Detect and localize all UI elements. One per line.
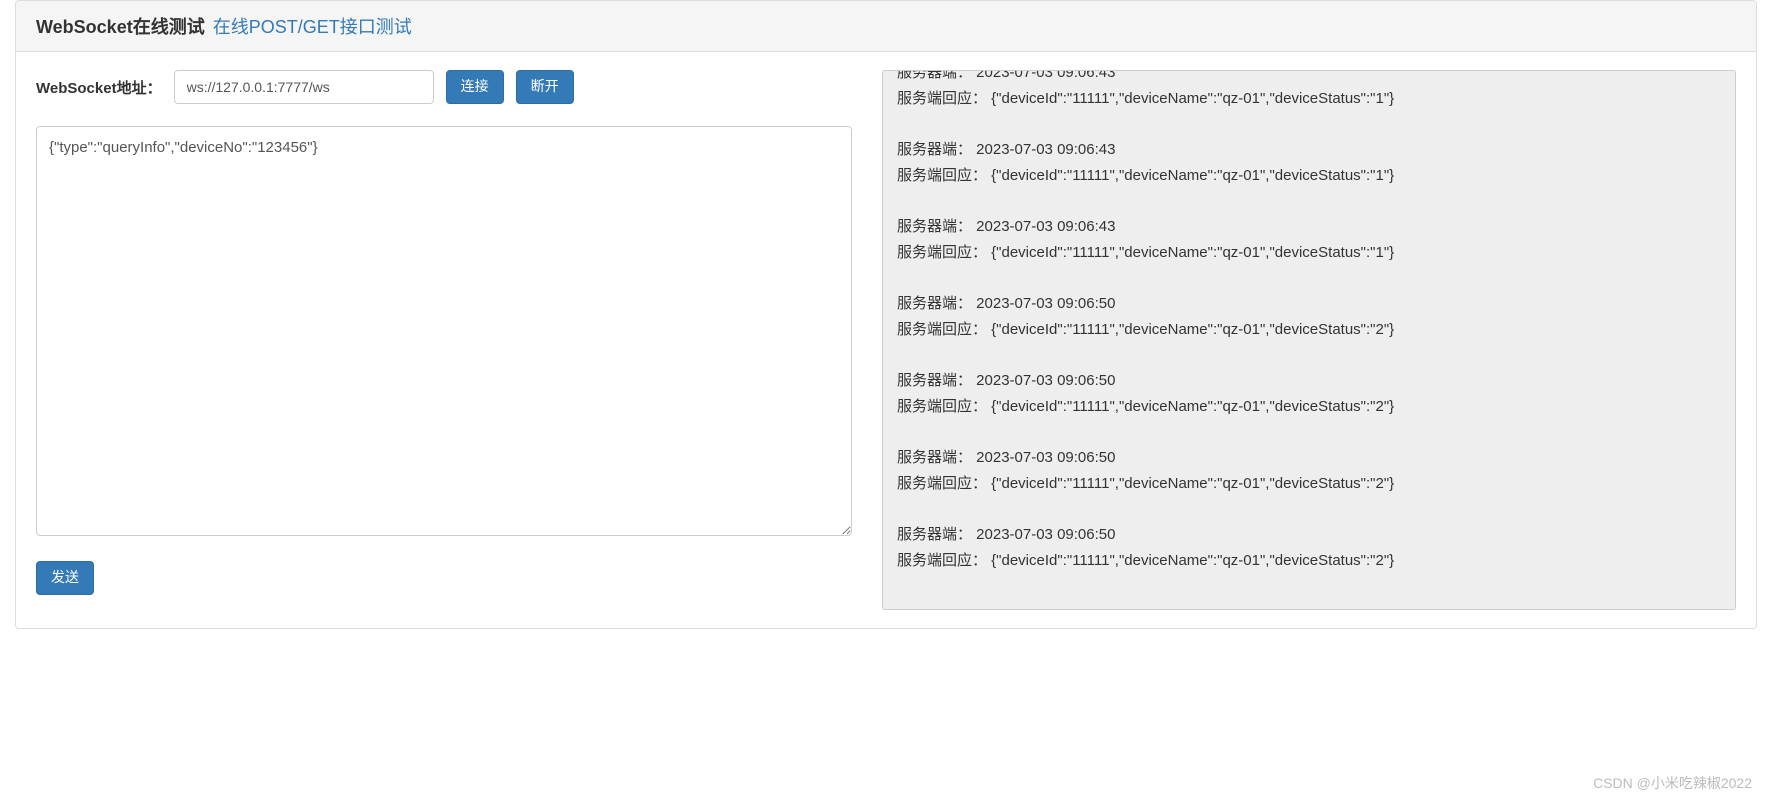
log-server-line: 服务器端： 2023-07-03 09:06:50 <box>897 445 1721 471</box>
log-response-line: 服务端回应： {"deviceId":"11111","deviceName":… <box>897 394 1721 420</box>
connect-button[interactable]: 连接 <box>446 70 504 104</box>
log-response-line: 服务端回应： {"deviceId":"11111","deviceName":… <box>897 317 1721 343</box>
server-log-panel[interactable]: 服务器端： 2023-07-03 09:06:43服务端回应： {"device… <box>882 70 1736 610</box>
send-button[interactable]: 发送 <box>36 561 94 595</box>
disconnect-button[interactable]: 断开 <box>516 70 574 104</box>
log-entry: 服务器端： 2023-07-03 09:06:50服务端回应： {"device… <box>897 291 1721 342</box>
log-response-line: 服务端回应： {"deviceId":"11111","deviceName":… <box>897 163 1721 189</box>
log-server-line: 服务器端： 2023-07-03 09:06:50 <box>897 291 1721 317</box>
log-server-line: 服务器端： 2023-07-03 09:06:43 <box>897 137 1721 163</box>
address-label: WebSocket地址： <box>36 77 162 98</box>
log-server-line: 服务器端： 2023-07-03 09:06:43 <box>897 70 1721 86</box>
right-column: 服务器端： 2023-07-03 09:06:43服务端回应： {"device… <box>882 70 1736 610</box>
log-entry: 服务器端： 2023-07-03 09:06:50服务端回应： {"device… <box>897 522 1721 573</box>
log-entry: 服务器端： 2023-07-03 09:06:43服务端回应： {"device… <box>897 70 1721 111</box>
page-title: WebSocket在线测试 <box>36 13 205 39</box>
address-row: WebSocket地址： 连接 断开 <box>36 70 852 104</box>
websocket-address-input[interactable] <box>174 70 434 104</box>
post-get-test-link[interactable]: 在线POST/GET接口测试 <box>213 13 412 39</box>
main-panel: WebSocket在线测试 在线POST/GET接口测试 WebSocket地址… <box>15 0 1757 629</box>
log-response-line: 服务端回应： {"deviceId":"11111","deviceName":… <box>897 86 1721 112</box>
log-response-line: 服务端回应： {"deviceId":"11111","deviceName":… <box>897 471 1721 497</box>
log-entry: 服务器端： 2023-07-03 09:06:43服务端回应： {"device… <box>897 137 1721 188</box>
send-row: 发送 <box>36 561 852 595</box>
log-response-line: 服务端回应： {"deviceId":"11111","deviceName":… <box>897 548 1721 574</box>
log-entry: 服务器端： 2023-07-03 09:06:43服务端回应： {"device… <box>897 214 1721 265</box>
log-server-line: 服务器端： 2023-07-03 09:06:50 <box>897 368 1721 394</box>
message-input[interactable] <box>36 126 852 536</box>
log-server-line: 服务器端： 2023-07-03 09:06:50 <box>897 522 1721 548</box>
log-response-line: 服务端回应： {"deviceId":"11111","deviceName":… <box>897 240 1721 266</box>
panel-body: WebSocket地址： 连接 断开 发送 服务器端： 2023-07-03 0… <box>16 52 1756 628</box>
left-column: WebSocket地址： 连接 断开 发送 <box>36 70 852 610</box>
log-server-line: 服务器端： 2023-07-03 09:06:43 <box>897 214 1721 240</box>
log-entry: 服务器端： 2023-07-03 09:06:50服务端回应： {"device… <box>897 368 1721 419</box>
watermark-text: CSDN @小米吃辣椒2022 <box>1593 773 1752 793</box>
log-entry: 服务器端： 2023-07-03 09:06:50服务端回应： {"device… <box>897 445 1721 496</box>
panel-header: WebSocket在线测试 在线POST/GET接口测试 <box>16 1 1756 52</box>
